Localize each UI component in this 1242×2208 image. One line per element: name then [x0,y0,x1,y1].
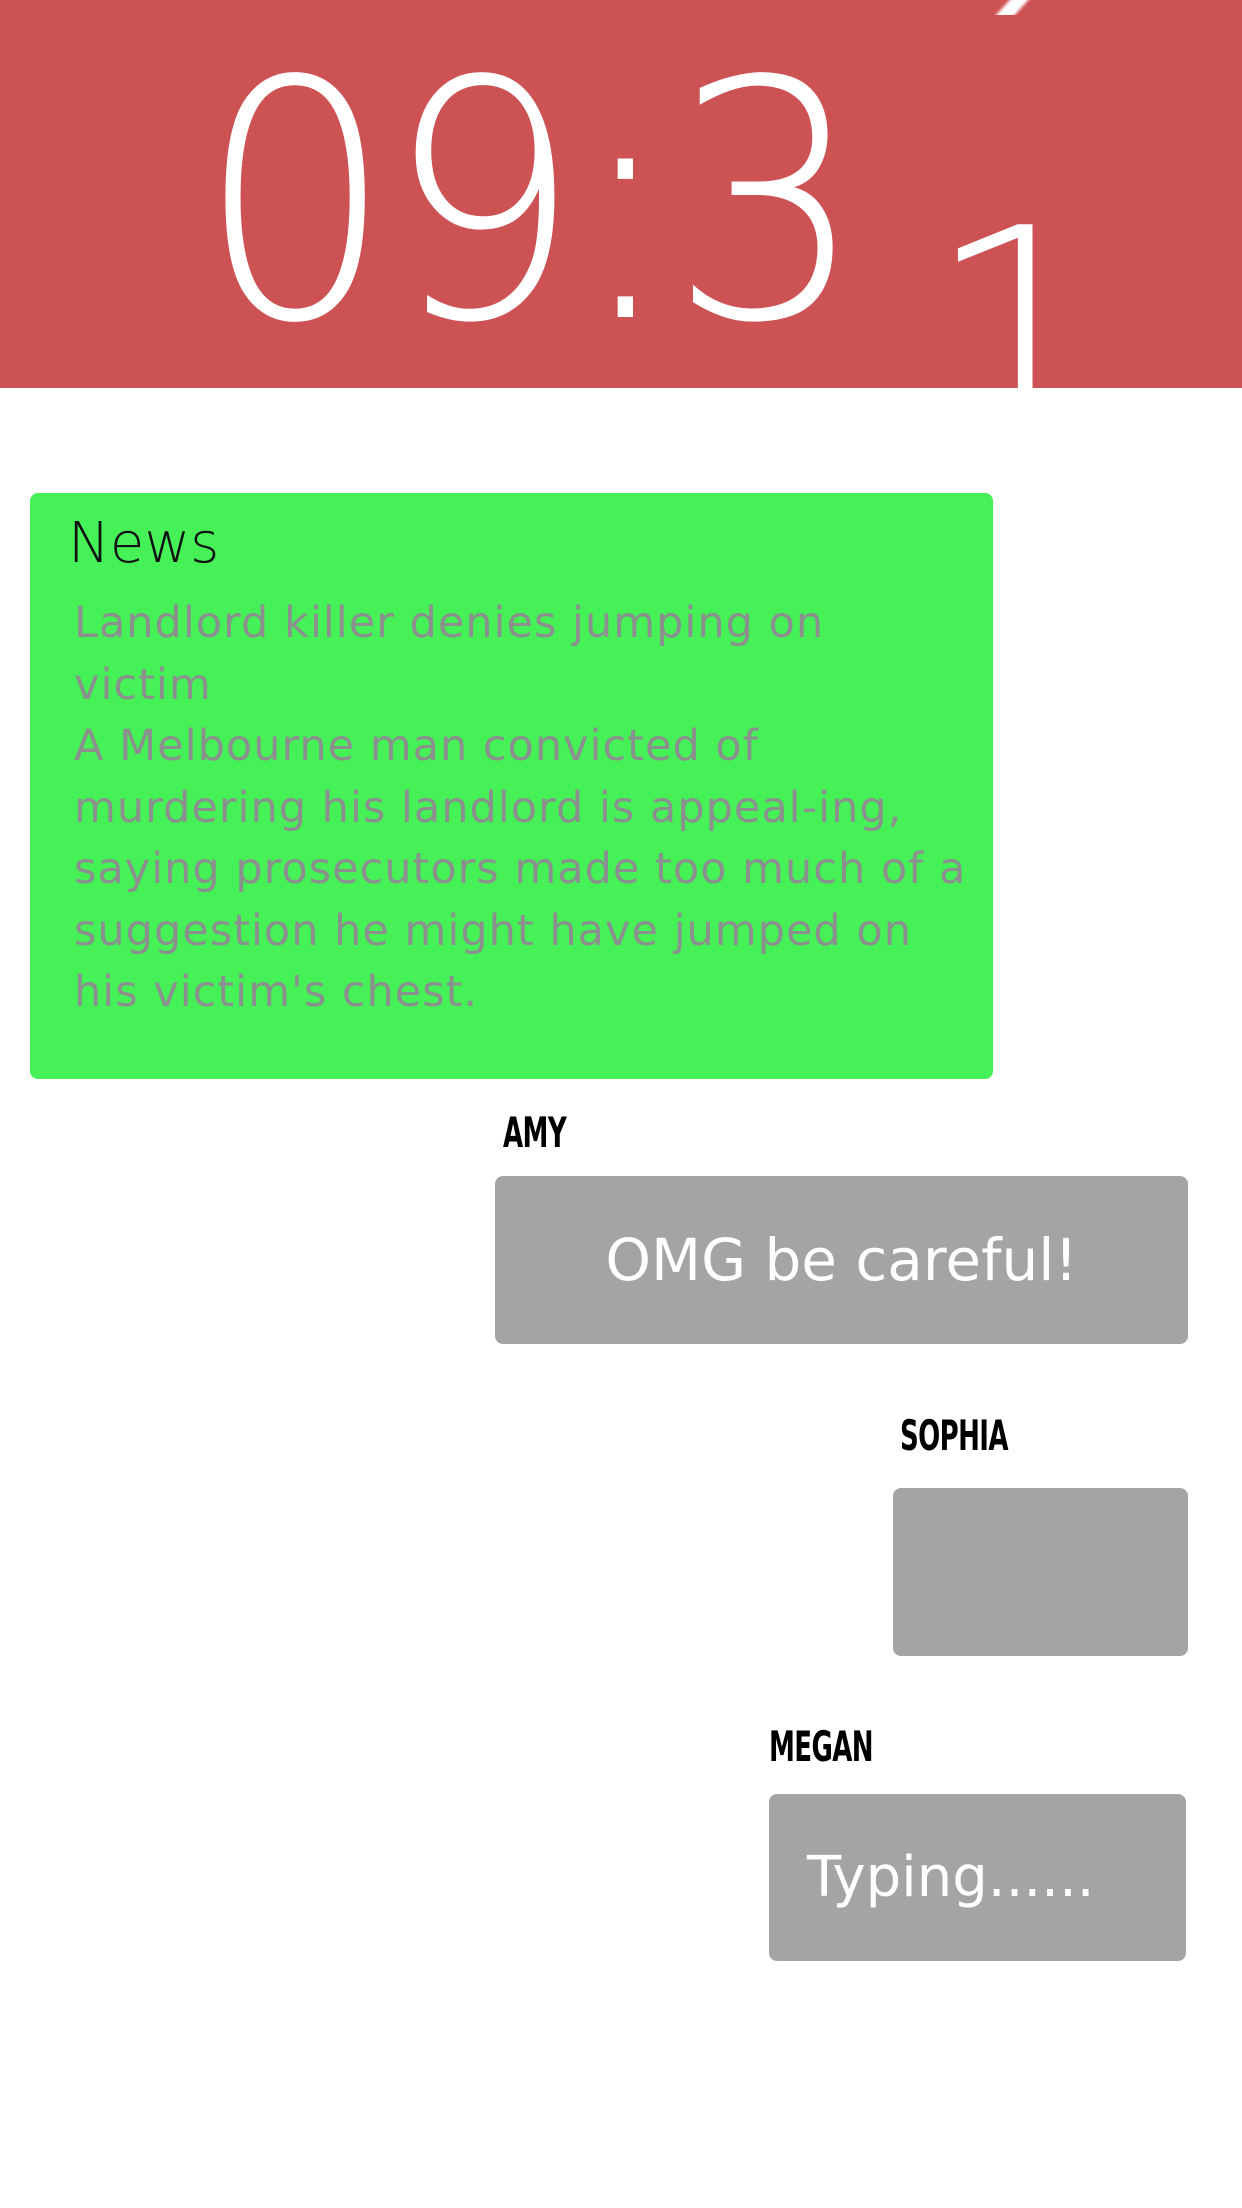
sender-name-sophia: SOPHIA [900,1411,1009,1460]
news-summary: A Melbourne man convicted of murdering h… [74,721,967,1017]
message-text: : ( [975,1706,1074,1774]
sender-name-amy: AMY [503,1108,567,1157]
message-text: OMG be careful! [605,1226,1078,1294]
sender-name-megan: MEGAN [769,1722,874,1771]
message-bubble-megan[interactable]: Typing...... [769,1794,1186,1961]
message-bubble-sophia[interactable]: : ( [893,1488,1188,1774]
news-title: News [68,511,220,576]
news-headline: Landlord killer denies jumping on victim [74,598,825,710]
news-card[interactable]: News Landlord killer denies jumping on v… [30,493,993,1079]
clock-minute-digit-outgoing: 2 [910,0,1091,15]
message-text: Typing...... [807,1845,1095,1910]
news-body: Landlord killer denies jumping on victim… [74,593,974,1024]
message-bubble-amy[interactable]: OMG be careful! [495,1176,1188,1344]
clock-header: 09:3 2 1 [0,0,1242,388]
clock-time: 09:3 [198,11,865,388]
clock-minute-digit-incoming: 1 [925,165,1116,389]
